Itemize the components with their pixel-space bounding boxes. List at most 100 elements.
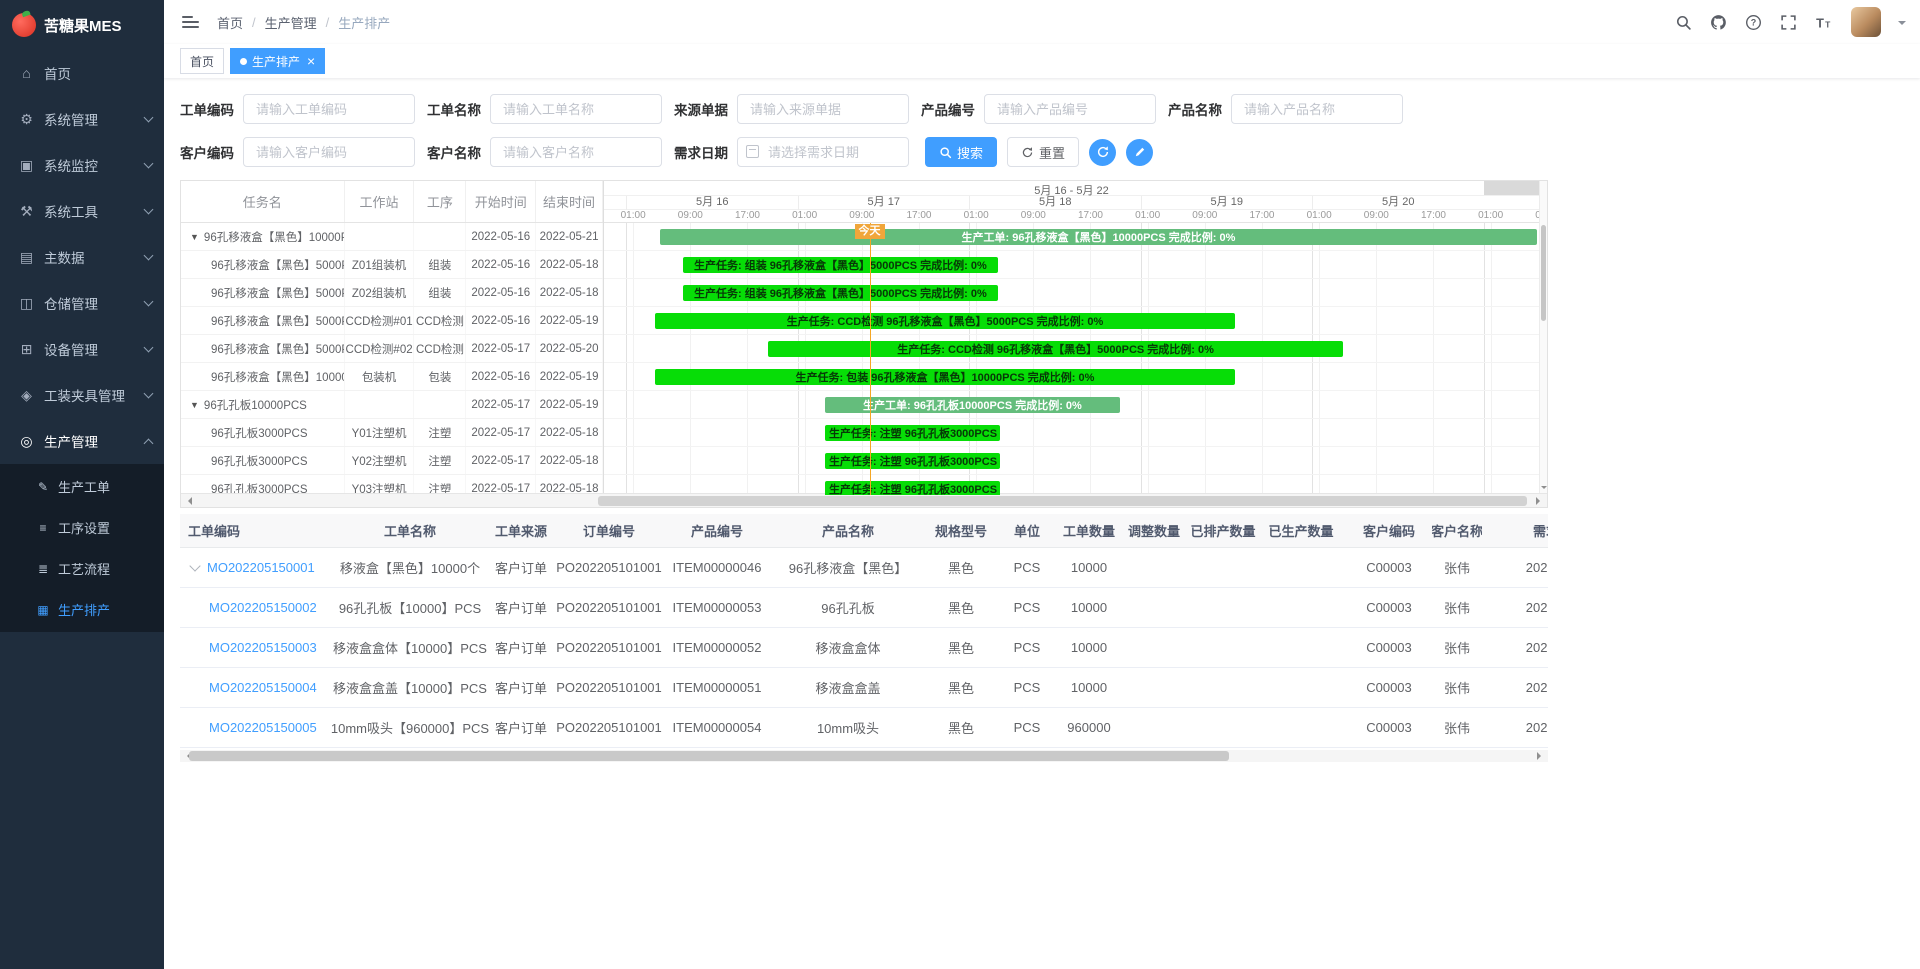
gantt-task-row[interactable]: 96孔移液盒【黑色】10000PCS包装机包装2022-05-162022-05…	[181, 363, 603, 391]
table-row[interactable]: MO20220515000296孔孔板【10000】PCS客户订单PO20220…	[180, 588, 1548, 628]
timeline-days-row: 5月 165月 175月 185月 195月 20	[604, 196, 1539, 210]
timeline-day-label: 5月 16	[626, 196, 798, 210]
sidebar-item[interactable]: ◫仓储管理	[0, 280, 164, 326]
sidebar-item[interactable]: ⊞设备管理	[0, 326, 164, 372]
source-doc-input[interactable]	[737, 94, 909, 124]
scrollbar-thumb[interactable]	[189, 751, 1229, 761]
help-icon[interactable]: ?	[1744, 13, 1762, 31]
customer-code-input[interactable]	[243, 137, 415, 167]
breadcrumb-item[interactable]: 生产管理	[265, 13, 317, 32]
gantt-vertical-scrollbar[interactable]	[1539, 181, 1547, 495]
sidebar-item[interactable]: ⌂首页	[0, 50, 164, 96]
gantt-task-bar[interactable]: 生产任务: CCD检测 96孔移液盒【黑色】5000PCS 完成比例: 0%	[768, 341, 1343, 357]
product-code-input[interactable]	[984, 94, 1156, 124]
table-row[interactable]: MO20220515000510mm吸头【960000】PCS客户订单PO202…	[180, 708, 1548, 748]
work-order-name-input[interactable]	[490, 94, 662, 124]
sidebar-item[interactable]: ◎生产管理	[0, 418, 164, 464]
task-station	[345, 223, 415, 250]
content-area: 工单编码工单名称来源单据产品编号产品名称 客户编码客户名称需求日期 搜索 重置	[164, 78, 1564, 762]
work-order-link[interactable]: MO202205150003	[209, 640, 317, 655]
tab-active[interactable]: 生产排产×	[230, 48, 325, 74]
gantt-task-row[interactable]: ▼96孔孔板10000PCS2022-05-172022-05-19	[181, 391, 603, 419]
sidebar-item[interactable]: ⚒系统工具	[0, 188, 164, 234]
work-order-link[interactable]: MO202205150002	[209, 600, 317, 615]
gantt-task-bar[interactable]: 生产任务: 组装 96孔移液盒【黑色】5000PCS 完成比例: 0%	[683, 285, 999, 301]
refresh-button[interactable]	[1089, 139, 1116, 166]
product-name-input[interactable]	[1231, 94, 1403, 124]
table-row[interactable]: MO202205150004移液盒盒盖【10000】PCS客户订单PO20220…	[180, 668, 1548, 708]
breadcrumb-item[interactable]: 首页	[217, 13, 243, 32]
collapse-caret-icon[interactable]: ▼	[190, 232, 199, 242]
gantt-task-bar[interactable]: 生产任务: 注塑 96孔孔板3000PCS 完成比例: 0%	[825, 453, 1000, 469]
sidebar-subitem[interactable]: ≣工艺流程	[0, 548, 164, 589]
gantt-task-bar[interactable]: 生产任务: 注塑 96孔孔板3000PCS 完成比例: 0%	[825, 481, 1000, 495]
collapse-caret-icon[interactable]: ▼	[190, 400, 199, 410]
sidebar-subitem[interactable]: ▦生产排产	[0, 589, 164, 630]
table-cell: 10000	[1060, 548, 1118, 587]
user-avatar[interactable]	[1851, 7, 1881, 37]
user-dropdown-caret-icon[interactable]	[1898, 21, 1906, 29]
table-cell: 2022-05-22	[1482, 588, 1548, 627]
work-order-link[interactable]: MO202205150001	[207, 560, 315, 575]
gantt-task-row[interactable]: 96孔移液盒【黑色】5000PCSCCD检测#01CCD检测2022-05-16…	[181, 307, 603, 335]
sidebar-item[interactable]: ◈工装夹具管理	[0, 372, 164, 418]
gantt-task-bar[interactable]: 生产任务: CCD检测 96孔移液盒【黑色】5000PCS 完成比例: 0%	[655, 313, 1235, 329]
sidebar-toggle-icon[interactable]	[182, 16, 199, 28]
table-row[interactable]: MO202205150001移液盒【黑色】10000个客户订单PO2022051…	[180, 548, 1548, 588]
gantt-column-header: 开始时间	[466, 181, 536, 222]
reset-button[interactable]: 重置	[1007, 137, 1079, 167]
gantt-order-bar[interactable]: 生产工单: 96孔移液盒【黑色】10000PCS 完成比例: 0%	[660, 229, 1536, 245]
chevron-down-icon	[144, 343, 154, 353]
expand-caret-icon[interactable]	[189, 560, 200, 571]
gantt-task-bar[interactable]: 生产任务: 组装 96孔移液盒【黑色】5000PCS 完成比例: 0%	[683, 257, 999, 273]
table-cell: ITEM00000054	[666, 708, 768, 747]
gantt-task-row[interactable]: ▼96孔移液盒【黑色】10000PCS2022-05-162022-05-21	[181, 223, 603, 251]
work-order-link[interactable]: MO202205150005	[209, 720, 317, 735]
task-station: 包装机	[345, 363, 415, 390]
filter-buttons: 搜索 重置	[925, 137, 1153, 167]
work-order-code-input[interactable]	[243, 94, 415, 124]
edit-button[interactable]	[1126, 139, 1153, 166]
search-button[interactable]: 搜索	[925, 137, 997, 167]
gantt-horizontal-scrollbar[interactable]	[181, 493, 1547, 507]
sidebar-subitem[interactable]: ≡工序设置	[0, 507, 164, 548]
font-size-icon[interactable]: TT	[1814, 13, 1832, 31]
scroll-right-arrow-icon[interactable]	[1536, 497, 1544, 505]
table-horizontal-scrollbar[interactable]	[180, 750, 1548, 762]
sidebar-subitem[interactable]: ✎生产工单	[0, 466, 164, 507]
gantt-task-bar[interactable]: 生产任务: 包装 96孔移液盒【黑色】10000PCS 完成比例: 0%	[655, 369, 1235, 385]
table-row[interactable]: MO202205150003移液盒盒体【10000】PCS客户订单PO20220…	[180, 628, 1548, 668]
gantt-task-row[interactable]: 96孔移液盒【黑色】5000PCSCCD检测#02CCD检测2022-05-17…	[181, 335, 603, 363]
gantt-task-row[interactable]: 96孔移液盒【黑色】5000PCSZ02组装机组装2022-05-162022-…	[181, 279, 603, 307]
fullscreen-icon[interactable]	[1779, 13, 1797, 31]
table-cell: 移液盒盒体【10000】PCS	[330, 628, 490, 667]
sidebar-item[interactable]: ⚙系统管理	[0, 96, 164, 142]
tab-home[interactable]: 首页	[180, 48, 224, 74]
close-icon[interactable]: ×	[307, 54, 315, 68]
row-gridline	[604, 250, 1539, 251]
gantt-task-bar[interactable]: 生产任务: 注塑 96孔孔板3000PCS 完成比例: 0%	[825, 425, 1000, 441]
scroll-down-arrow-icon[interactable]	[1541, 486, 1547, 492]
breadcrumb-item[interactable]: 生产排产	[338, 13, 390, 32]
table-cell: 960000	[1060, 708, 1118, 747]
table-cell: 黑色	[928, 708, 994, 747]
table-cell: 10mm吸头	[768, 708, 928, 747]
demand-date-input[interactable]	[737, 137, 909, 167]
scrollbar-thumb[interactable]	[598, 496, 1527, 506]
github-icon[interactable]	[1709, 13, 1727, 31]
work-order-link[interactable]: MO202205150004	[209, 680, 317, 695]
gantt-task-row[interactable]: 96孔移液盒【黑色】5000PCSZ01组装机组装2022-05-162022-…	[181, 251, 603, 279]
sidebar-item[interactable]: ▣系统监控	[0, 142, 164, 188]
scroll-right-arrow-icon[interactable]	[1537, 752, 1545, 760]
customer-name-input[interactable]	[490, 137, 662, 167]
scroll-left-arrow-icon[interactable]	[184, 497, 192, 505]
gantt-task-row[interactable]: 96孔孔板3000PCSY01注塑机注塑2022-05-172022-05-18	[181, 419, 603, 447]
gantt-task-row[interactable]: 96孔孔板3000PCSY02注塑机注塑2022-05-172022-05-18	[181, 447, 603, 475]
search-icon[interactable]	[1674, 13, 1692, 31]
gantt-task-row[interactable]: 96孔孔板3000PCSY03注塑机注塑2022-05-172022-05-18	[181, 475, 603, 495]
task-start-date: 2022-05-16	[466, 279, 536, 306]
sidebar-item[interactable]: ▤主数据	[0, 234, 164, 280]
app-logo[interactable]: 苦糖果MES	[0, 0, 164, 50]
filter-field-product-name: 产品名称	[1168, 94, 1403, 124]
scrollbar-thumb[interactable]	[1541, 225, 1546, 321]
